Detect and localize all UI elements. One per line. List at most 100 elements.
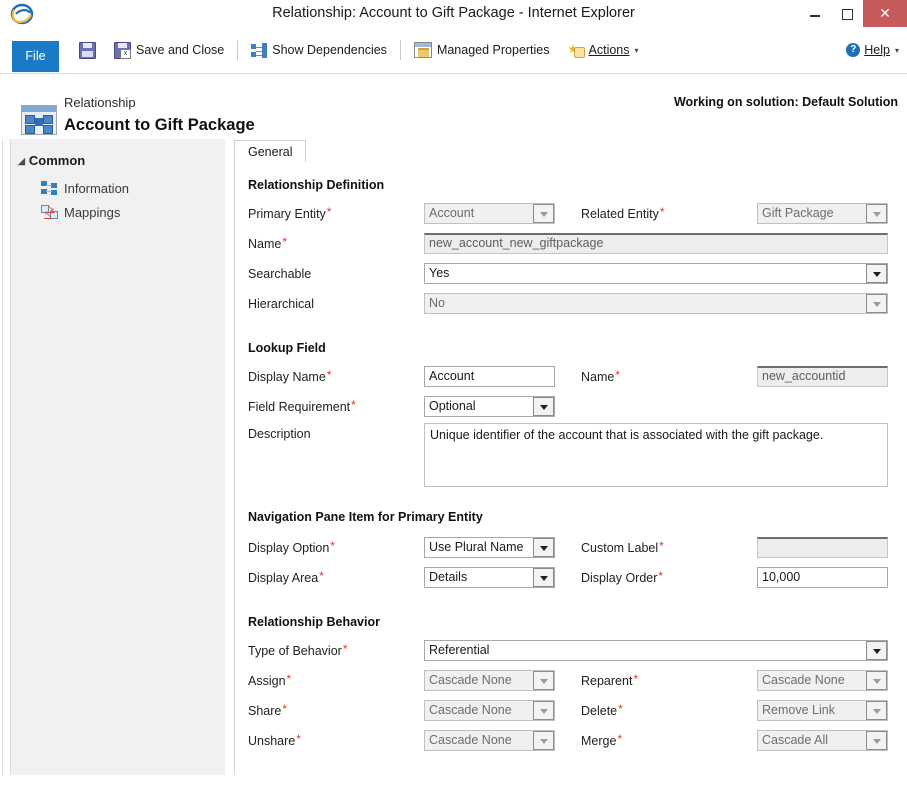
label-display-name: Display Name* — [248, 368, 332, 384]
sidebar-item-label: Mappings — [64, 204, 121, 220]
delete-value: Remove Link — [762, 703, 835, 717]
display-name-input[interactable]: Account — [424, 366, 555, 387]
save-and-close-icon — [114, 41, 131, 59]
window-controls: ✕ — [799, 0, 907, 27]
chevron-down-icon: ▾ — [634, 45, 639, 55]
close-icon: ✕ — [879, 5, 891, 21]
form-content: Relationship Definition Primary Entity* … — [234, 162, 898, 775]
required-marker: * — [330, 539, 335, 553]
field-requirement-value: Optional — [429, 399, 476, 413]
sidebar-group-common[interactable]: ◢ Common — [18, 153, 85, 168]
nav-rail — [2, 139, 3, 775]
label-display-area: Display Area* — [248, 569, 324, 585]
help-button[interactable]: Help ▾ — [846, 33, 899, 67]
save-button[interactable] — [70, 33, 105, 67]
chevron-down-icon — [866, 294, 887, 313]
unshare-dropdown[interactable]: Cascade None — [424, 730, 555, 751]
maximize-icon — [842, 9, 853, 20]
save-and-close-button[interactable]: Save and Close — [105, 33, 233, 67]
chevron-down-icon — [866, 731, 887, 750]
title-bar: Relationship: Account to Gift Package - … — [0, 0, 907, 28]
relationship-name-input[interactable]: new_account_new_giftpackage — [424, 233, 888, 254]
dependencies-icon — [251, 42, 268, 58]
save-icon — [79, 41, 96, 59]
chevron-down-icon — [866, 264, 887, 283]
related-entity-dropdown[interactable]: Gift Package — [757, 203, 888, 224]
minimize-button[interactable] — [799, 0, 831, 27]
label-field-requirement: Field Requirement* — [248, 398, 356, 414]
required-marker: * — [659, 539, 664, 553]
tab-strip: General — [234, 140, 898, 163]
unshare-value: Cascade None — [429, 733, 512, 747]
sidebar-item-mappings[interactable]: ↘ ↖ Mappings — [41, 201, 120, 223]
chevron-down-icon — [866, 671, 887, 690]
mappings-icon: ↘ ↖ — [41, 204, 58, 219]
page-title: Account to Gift Package — [64, 116, 255, 134]
chevron-down-icon — [533, 731, 554, 750]
managed-properties-icon — [413, 42, 432, 58]
hierarchical-dropdown[interactable]: No — [424, 293, 888, 314]
file-menu-button[interactable]: File — [12, 41, 59, 72]
chevron-down-icon — [533, 538, 554, 557]
help-icon — [846, 43, 861, 57]
managed-properties-button[interactable]: Managed Properties — [405, 33, 559, 67]
field-requirement-dropdown[interactable]: Optional — [424, 396, 555, 417]
share-dropdown[interactable]: Cascade None — [424, 700, 555, 721]
required-marker: * — [618, 702, 623, 716]
label-display-order: Display Order* — [581, 569, 664, 585]
display-order-input[interactable]: 10,000 — [757, 567, 888, 588]
required-marker: * — [351, 398, 356, 412]
label-searchable: Searchable — [248, 267, 312, 281]
sidebar-item-information[interactable]: Information — [41, 177, 129, 199]
information-icon — [41, 181, 57, 195]
description-textarea[interactable]: Unique identifier of the account that is… — [424, 423, 888, 487]
type-of-behavior-dropdown[interactable]: Referential — [424, 640, 888, 661]
lookup-name-input[interactable]: new_accountid — [757, 366, 888, 387]
merge-dropdown[interactable]: Cascade All — [757, 730, 888, 751]
required-marker: * — [282, 235, 288, 249]
reparent-dropdown[interactable]: Cascade None — [757, 670, 888, 691]
actions-icon: ★ — [568, 43, 585, 58]
chevron-down-icon — [533, 204, 554, 223]
required-marker: * — [286, 672, 292, 686]
actions-button[interactable]: ★ Actions ▾ — [559, 33, 648, 67]
sidebar-item-label: Information — [64, 180, 130, 196]
required-marker: * — [296, 732, 301, 746]
required-marker: * — [326, 368, 332, 382]
separator — [237, 40, 239, 60]
chevron-down-icon — [866, 641, 887, 660]
label-merge: Merge* — [581, 732, 623, 748]
label-custom-label: Custom Label* — [581, 539, 664, 555]
searchable-dropdown[interactable]: Yes — [424, 263, 888, 284]
section-title-relationship-definition: Relationship Definition — [248, 178, 385, 192]
save-and-close-label: Save and Close — [136, 43, 225, 57]
primary-entity-dropdown[interactable]: Account — [424, 203, 555, 224]
delete-dropdown[interactable]: Remove Link — [757, 700, 888, 721]
chevron-down-icon — [866, 701, 887, 720]
solution-context-label: Working on solution: Default Solution — [673, 95, 898, 109]
close-button[interactable]: ✕ — [863, 0, 907, 27]
assign-dropdown[interactable]: Cascade None — [424, 670, 555, 691]
display-area-dropdown[interactable]: Details — [424, 567, 555, 588]
type-of-behavior-value: Referential — [429, 643, 490, 657]
label-reparent: Reparent* — [581, 672, 639, 688]
show-dependencies-button[interactable]: Show Dependencies — [242, 33, 396, 67]
share-value: Cascade None — [429, 703, 512, 717]
label-related-entity: Related Entity* — [581, 205, 665, 221]
chevron-down-icon — [866, 204, 887, 223]
label-name: Name* — [248, 235, 288, 251]
display-option-dropdown[interactable]: Use Plural Name — [424, 537, 555, 558]
label-lookup-name: Name* — [581, 368, 621, 384]
chevron-down-icon — [533, 568, 554, 587]
searchable-value: Yes — [429, 266, 450, 280]
display-area-value: Details — [429, 570, 468, 584]
maximize-button[interactable] — [831, 0, 863, 27]
tab-general[interactable]: General — [234, 140, 307, 163]
custom-label-input[interactable] — [757, 537, 888, 558]
collapse-arrow-icon: ◢ — [18, 156, 25, 166]
hierarchical-value: No — [429, 296, 445, 310]
minimize-icon — [810, 15, 820, 17]
label-share: Share* — [248, 702, 288, 718]
label-unshare: Unshare* — [248, 732, 301, 748]
label-type-of-behavior: Type of Behavior* — [248, 642, 348, 658]
